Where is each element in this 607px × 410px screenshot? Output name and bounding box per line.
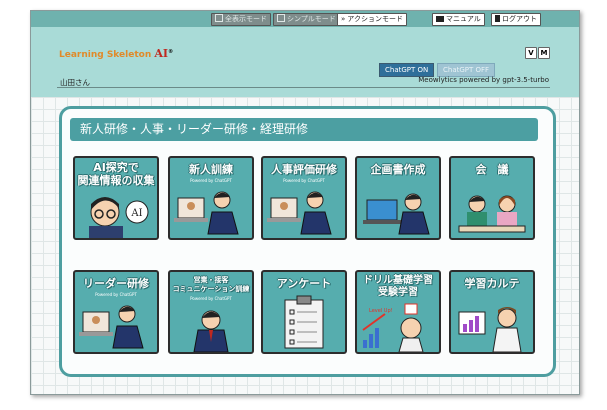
- card-label: AI探究で 関連情報の収集: [77, 161, 155, 187]
- card-label: 学習カルテ: [464, 277, 520, 290]
- grid-icon: [277, 14, 285, 22]
- grid-icon: [215, 14, 223, 22]
- manual-button[interactable]: マニュアル: [432, 13, 485, 26]
- computer-desk-illustration: [363, 193, 430, 235]
- card-new-employee-training[interactable]: 新人訓練 Powered by ChatGPT: [168, 156, 254, 240]
- chatgpt-on-button[interactable]: ChatGPT ON: [379, 63, 435, 77]
- laptop-user-illustration: [267, 191, 332, 235]
- card-label: リーダー研修: [83, 277, 149, 290]
- card-leader-training[interactable]: リーダー研修 Powered by ChatGPT: [73, 270, 159, 354]
- app-header: Learning Skeleton AI® V M ChatGPT ON Cha…: [31, 27, 579, 97]
- v-button[interactable]: V: [525, 47, 537, 59]
- chatgpt-off-button[interactable]: ChatGPT OFF: [437, 63, 496, 77]
- card-meeting[interactable]: 会 議: [449, 156, 535, 240]
- powered-by-label: Meowlytics powered by gpt-3.5-turbo: [418, 76, 549, 84]
- card-label: 会 議: [475, 163, 509, 176]
- top-toolbar: 全表示モード シンプルモード » アクションモード マニュアル ログアウト: [31, 11, 579, 27]
- salesperson-illustration: [193, 310, 229, 352]
- card-label: 人事評価研修: [271, 163, 337, 176]
- app-logo[interactable]: Learning Skeleton AI®: [59, 47, 173, 60]
- simple-mode-button[interactable]: シンプルモード: [273, 13, 340, 26]
- level-up-text: Level Up!: [369, 308, 393, 314]
- section-title: 新人研修・人事・リーダー研修・経理研修: [70, 118, 538, 141]
- card-study-record[interactable]: 学習カルテ: [449, 270, 535, 354]
- study-chart-illustration: [458, 307, 522, 352]
- level-up-illustration: Level Up!: [362, 303, 424, 352]
- app-window: 全表示モード シンプルモード » アクションモード マニュアル ログアウト Lea…: [30, 10, 580, 395]
- logout-button[interactable]: ログアウト: [491, 13, 541, 26]
- clipboard-checklist-illustration: [284, 295, 324, 349]
- laptop-user-illustration: [79, 305, 144, 349]
- card-proposal-writing[interactable]: 企画書作成: [355, 156, 441, 240]
- double-chevron-icon: »: [341, 15, 346, 23]
- card-label: 営業・接客 コミュニケーション訓練: [172, 276, 250, 293]
- card-drill-exam-study[interactable]: ドリル基礎学習 受験学習 Level Up!: [355, 270, 441, 354]
- card-label: 企画書作成: [370, 163, 426, 176]
- laptop-user-illustration: [174, 191, 239, 235]
- action-mode-button[interactable]: » アクションモード: [337, 13, 407, 26]
- card-label: アンケート: [276, 277, 332, 290]
- meeting-illustration: [458, 195, 526, 233]
- ai-badge-text: AI: [130, 208, 142, 219]
- card-label: ドリル基礎学習 受験学習: [363, 275, 433, 298]
- m-button[interactable]: M: [538, 47, 550, 59]
- card-label: 新人訓練: [189, 163, 233, 176]
- full-display-mode-button[interactable]: 全表示モード: [211, 13, 271, 26]
- card-ai-research[interactable]: AI探究で 関連情報の収集 AI: [73, 156, 159, 240]
- card-survey[interactable]: アンケート: [261, 270, 347, 354]
- card-personnel-evaluation[interactable]: 人事評価研修 Powered by ChatGPT: [261, 156, 347, 240]
- header-divider: [57, 87, 550, 88]
- book-icon: [436, 16, 444, 22]
- door-icon: [495, 15, 500, 22]
- person-glasses-illustration: AI: [89, 197, 149, 238]
- card-sales-communication[interactable]: 営業・接客 コミュニケーション訓練 Powered by ChatGPT: [168, 270, 254, 354]
